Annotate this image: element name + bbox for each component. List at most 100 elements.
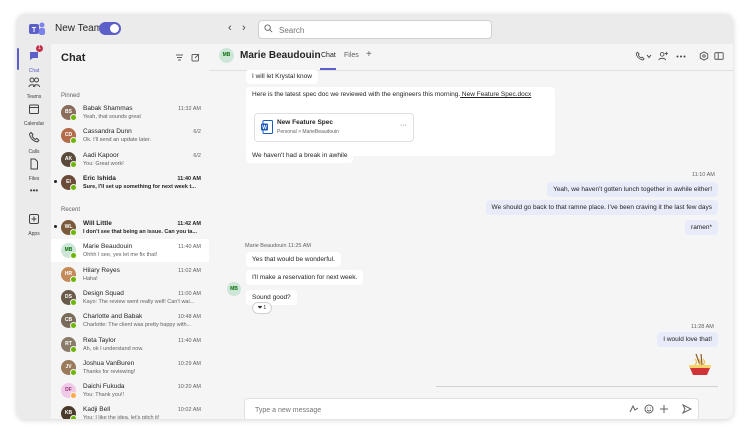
rail-item-files[interactable]: Files	[17, 157, 51, 182]
chat-name: Cassandra Dunn	[83, 128, 132, 136]
chat-list-item[interactable]: JV Joshua VanBuren 10:29 AM Thanks for revi…	[51, 356, 209, 379]
forward-arrow-icon[interactable]: ›	[242, 22, 246, 34]
chevron-down-icon[interactable]	[646, 54, 652, 59]
rail-label: Files	[28, 176, 40, 182]
chat-preview: You: I like the idea, let's pitch it!	[83, 415, 160, 419]
presence-indicator	[70, 392, 77, 400]
rail-item-calls[interactable]: Calls	[17, 130, 51, 155]
message-timestamp: 11:28 AM	[691, 324, 714, 330]
back-arrow-icon[interactable]: ‹	[228, 22, 232, 34]
chat-name: Joshua VanBuren	[83, 359, 135, 367]
rail-item-teams[interactable]: Teams	[17, 75, 51, 100]
chat-preview: Ah, ok I understand now.	[83, 345, 144, 352]
chat-time: 11:40 AM	[178, 337, 201, 344]
chat-name: Marie Beaudouin	[83, 243, 133, 251]
more-apps-button[interactable]: •••	[17, 186, 51, 195]
presence-indicator	[70, 183, 77, 191]
conversation-header: MB Marie Beaudouin Chat Files +	[209, 44, 733, 71]
chat-preview: You: Great work!	[83, 160, 124, 167]
message-bubble: I will let Krystal know	[246, 70, 318, 84]
chat-list-item[interactable]: CB Charlotte and Babak 10:48 AM Charlotte: …	[51, 309, 209, 332]
app-rail: 1 Chat Teams Calendar Calls Files ••• Ap…	[17, 44, 51, 419]
chat-list-item[interactable]: AK Aadi Kapoor 6/2 You: Great work!	[51, 148, 209, 171]
file-link[interactable]: New Feature Spec.docx	[460, 91, 531, 98]
chat-list-item[interactable]: BS Babak Shammas 11:32 AM Yeah, that sounds…	[51, 101, 209, 124]
chat-list-item[interactable]: HR Hilary Reyes 11:02 AM Haha!	[51, 263, 209, 286]
presence-indicator	[70, 252, 77, 260]
pop-out-icon[interactable]	[714, 51, 724, 61]
chat-preview: Haha!	[83, 275, 98, 282]
add-people-icon[interactable]	[658, 51, 668, 61]
presence-indicator	[70, 160, 77, 168]
presence-indicator	[70, 229, 77, 236]
tab-chat[interactable]: Chat	[321, 52, 336, 59]
rail-item-calendar[interactable]: Calendar	[17, 102, 51, 127]
contact-avatar[interactable]: MB	[219, 48, 234, 63]
tab-files[interactable]: Files	[344, 52, 359, 59]
more-options-icon[interactable]	[676, 55, 686, 58]
chat-time: 11:02 AM	[178, 267, 201, 274]
chat-name: Kadji Bell	[83, 406, 111, 414]
chat-list-item[interactable]: WL Will Little 11:42 AM I don't see that be…	[51, 216, 209, 239]
message-bubble-self: Yeah, we haven't gotten lunch together i…	[547, 182, 718, 197]
call-icon[interactable]	[635, 51, 645, 61]
chat-list-item[interactable]: KB Kadji Bell 10:02 AM You: I like the idea…	[51, 402, 209, 419]
rail-label: Apps	[28, 231, 40, 237]
chat-time: 10:20 AM	[177, 384, 201, 391]
chat-time: 6/2	[193, 129, 201, 136]
search-box[interactable]	[258, 20, 492, 39]
message-timestamp: 11:10 AM	[692, 172, 715, 178]
chat-list-item[interactable]: RT Reta Taylor 11:40 AM Ah, ok I understand…	[51, 333, 209, 356]
avatar: CB	[61, 313, 77, 330]
file-card[interactable]: W New Feature Spec Personal > MarieBeaud…	[254, 113, 414, 142]
attach-plus-icon[interactable]	[659, 404, 669, 414]
message-bubble: I'll make a reservation for next week.	[246, 270, 364, 285]
message-text: Here is the latest spec doc we reviewed …	[252, 91, 461, 98]
chat-list-item[interactable]: CD Cassandra Dunn 6/2 Ok. I'll send an upda…	[51, 124, 209, 147]
chat-preview: Kayo: The review went really well! Can't…	[83, 298, 195, 305]
pinned-section-label: Pinned	[61, 93, 80, 99]
chat-name: Eric Ishida	[83, 174, 116, 182]
presence-indicator	[70, 368, 77, 376]
unread-indicator	[54, 225, 57, 228]
compose-box[interactable]	[244, 398, 699, 419]
copilot-icon[interactable]	[699, 51, 709, 61]
new-teams-toggle[interactable]	[99, 22, 121, 35]
message-bubble-self: We should go back to that ramne place. I…	[485, 200, 718, 215]
chat-name: Aadi Kapoor	[83, 151, 119, 159]
filter-icon[interactable]	[175, 53, 184, 62]
new-chat-icon[interactable]	[191, 53, 200, 62]
sender-timestamp: Marie Beaudouin 11:25 AM	[245, 243, 311, 249]
unread-indicator	[54, 179, 57, 183]
message-input[interactable]	[253, 404, 617, 417]
message-bubble-self: ramen*	[685, 220, 718, 235]
search-input[interactable]	[277, 23, 481, 37]
rail-item-apps[interactable]: Apps	[17, 212, 51, 237]
send-icon[interactable]	[682, 404, 692, 414]
chat-list-item[interactable]: MB Marie Beaudouin 11:40 AM Ohhh I see, yes…	[51, 239, 209, 263]
search-icon	[264, 24, 273, 33]
file-more-icon[interactable]: ···	[400, 122, 407, 129]
svg-text:W: W	[262, 125, 267, 131]
chat-preview: Ohhh I see, yes let me fix that!	[83, 252, 158, 259]
chat-time: 11:40 AM	[177, 175, 201, 182]
chat-list-item[interactable]: EI Eric Ishida 11:40 AM Sure, I'll set up s…	[51, 171, 209, 194]
message-bubble-self: I would love that!	[657, 332, 718, 347]
emoji-icon[interactable]	[644, 404, 654, 414]
ramen-bowl-icon	[689, 353, 711, 375]
format-icon[interactable]	[629, 404, 639, 414]
teams-logo-icon: T	[29, 22, 45, 35]
rail-item-chat[interactable]: 1 Chat	[17, 45, 51, 74]
title-bar: T New Teams ‹ ›	[17, 14, 733, 44]
chat-list-item[interactable]: DF Daichi Fukuda 10:20 AM You: Thank you!!	[51, 379, 209, 402]
chat-name: Design Squad	[83, 289, 124, 297]
avatar: AK	[61, 151, 77, 168]
chat-preview: Ok. I'll send an update later.	[83, 137, 152, 144]
chat-list-title: Chat	[61, 52, 86, 64]
sender-avatar[interactable]: MB	[227, 282, 241, 296]
avatar: MB	[61, 243, 77, 260]
calendar-icon	[29, 104, 39, 114]
add-tab-button[interactable]: +	[366, 49, 372, 60]
heart-reaction[interactable]: ❤ 1	[252, 302, 272, 314]
chat-list-item[interactable]: DS Design Squad 11:00 AM Kayo: The review w…	[51, 286, 209, 309]
